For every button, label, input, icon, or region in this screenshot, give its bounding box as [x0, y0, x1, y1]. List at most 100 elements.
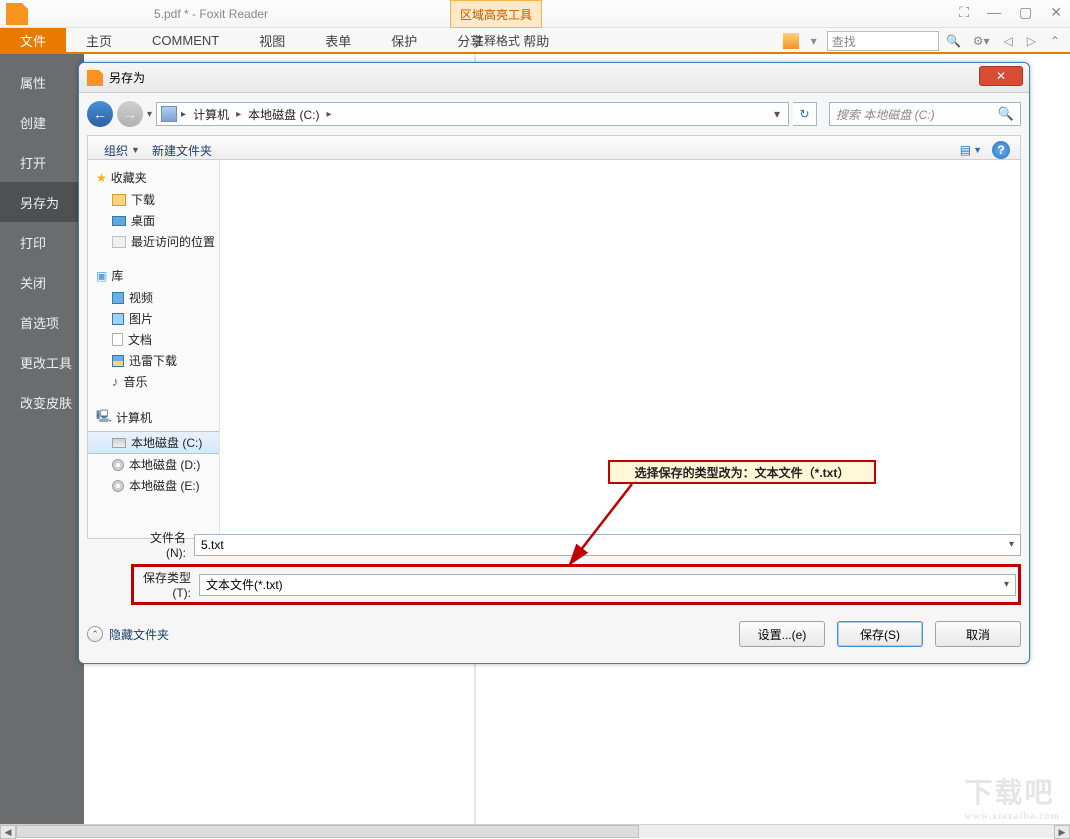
menu-create[interactable]: 创建 — [0, 102, 84, 142]
dialog-titlebar: 另存为 ✕ — [79, 63, 1029, 93]
tree-disk-d[interactable]: 本地磁盘 (D:) — [88, 454, 219, 475]
nav-tree: ★收藏夹 下载 桌面 最近访问的位置 ▣库 视频 图片 文档 迅雷下载 ♪音乐 … — [88, 160, 220, 538]
highlight-tool-label: 区域高亮工具 — [450, 0, 542, 28]
scroll-track[interactable] — [16, 825, 1054, 838]
file-fields: 文件名(N): 5.txt ▾ 保存类型(T): 文本文件(*.txt) ▾ — [87, 525, 1021, 605]
window-controls: ⛶ — ▢ ✕ — [959, 4, 1062, 21]
annotation-format-label[interactable]: 注释格式 — [450, 28, 542, 54]
dialog-title: 另存为 — [109, 69, 145, 86]
find-prev-icon[interactable] — [783, 33, 799, 49]
tab-comment[interactable]: COMMENT — [132, 28, 239, 52]
tree-downloads[interactable]: 下载 — [88, 189, 219, 210]
tree-thunder[interactable]: 迅雷下载 — [88, 350, 219, 371]
minimize-icon[interactable]: — — [987, 4, 1001, 21]
file-list-area[interactable]: 选择保存的类型改为：文本文件（*.txt） — [220, 160, 1020, 538]
nav-row: ← → ▾ ▸ 计算机 ▸ 本地磁盘 (C:) ▸ ▾ ↻ 搜索 本地磁盘 (C… — [87, 99, 1021, 129]
tree-favorites[interactable]: ★收藏夹 — [88, 166, 219, 189]
save-button[interactable]: 保存(S) — [837, 621, 923, 647]
tree-pictures[interactable]: 图片 — [88, 308, 219, 329]
tree-recent[interactable]: 最近访问的位置 — [88, 231, 219, 252]
dialog-icon — [87, 70, 103, 86]
collapse-icon: ⌃ — [87, 626, 103, 642]
horizontal-scrollbar[interactable]: ◀ ▶ — [0, 824, 1070, 838]
file-menu-panel: 属性 创建 打开 另存为 打印 关闭 首选项 更改工具 改变皮肤 — [0, 54, 84, 824]
filename-value: 5.txt — [201, 538, 224, 552]
dialog-close-button[interactable]: ✕ — [979, 66, 1023, 86]
nav-history-icon[interactable]: ▾ — [147, 109, 152, 120]
chevron-right-icon: ▸ — [181, 109, 186, 120]
filetype-label: 保存类型(T): — [136, 569, 199, 600]
filename-label: 文件名(N): — [131, 529, 194, 560]
filetype-value: 文本文件(*.txt) — [206, 576, 283, 593]
tree-libraries[interactable]: ▣库 — [88, 264, 219, 287]
gear-icon[interactable]: ⚙▾ — [969, 34, 994, 48]
annotation-callout: 选择保存的类型改为：文本文件（*.txt） — [608, 460, 876, 484]
search-placeholder: 查找 — [832, 33, 856, 50]
search-icon: 🔍 — [998, 106, 1014, 122]
tree-computer[interactable]: 🖳计算机 — [88, 404, 219, 431]
search-icon[interactable]: 🔍 — [945, 31, 963, 51]
titlebar: 5.pdf * - Foxit Reader 区域高亮工具 ⛶ — ▢ ✕ — [0, 0, 1070, 28]
close-icon[interactable]: ✕ — [1050, 4, 1062, 21]
view-mode-button[interactable]: ▤▼ — [960, 143, 982, 157]
nav-back-icon[interactable]: ◁ — [999, 34, 1016, 48]
new-folder-button[interactable]: 新建文件夹 — [146, 142, 218, 159]
hide-folders-toggle[interactable]: ⌃ 隐藏文件夹 — [87, 626, 169, 643]
scroll-right-icon[interactable]: ▶ — [1054, 825, 1070, 839]
save-as-dialog: 另存为 ✕ ← → ▾ ▸ 计算机 ▸ 本地磁盘 (C:) ▸ ▾ ↻ 搜索 本… — [78, 62, 1030, 664]
filetype-highlight-box: 保存类型(T): 文本文件(*.txt) ▾ — [131, 564, 1021, 605]
tree-video[interactable]: 视频 — [88, 287, 219, 308]
computer-icon — [161, 106, 177, 122]
chevron-down-icon[interactable]: ▾ — [1004, 579, 1009, 590]
help-icon[interactable]: ? — [992, 141, 1010, 159]
nav-fwd-icon[interactable]: ▷ — [1023, 34, 1040, 48]
tree-disk-c[interactable]: 本地磁盘 (C:) — [88, 431, 219, 454]
tab-form[interactable]: 表单 — [305, 28, 371, 52]
refresh-button[interactable]: ↻ — [793, 102, 817, 126]
filename-input[interactable]: 5.txt ▾ — [194, 534, 1021, 556]
menu-save-as[interactable]: 另存为 — [0, 182, 84, 222]
window-title: 5.pdf * - Foxit Reader — [154, 7, 268, 21]
filetype-select[interactable]: 文本文件(*.txt) ▾ — [199, 574, 1016, 596]
tree-disk-e[interactable]: 本地磁盘 (E:) — [88, 475, 219, 496]
tree-music[interactable]: ♪音乐 — [88, 371, 219, 392]
cancel-button[interactable]: 取消 — [935, 621, 1021, 647]
maximize-icon[interactable]: ▢ — [1019, 4, 1032, 21]
dialog-body: ★收藏夹 下载 桌面 最近访问的位置 ▣库 视频 图片 文档 迅雷下载 ♪音乐 … — [87, 159, 1021, 539]
crumb-computer[interactable]: 计算机 — [190, 106, 232, 123]
nav-back-button[interactable]: ← — [87, 101, 113, 127]
nav-forward-button[interactable]: → — [117, 101, 143, 127]
scroll-left-icon[interactable]: ◀ — [0, 825, 16, 839]
search-placeholder: 搜索 本地磁盘 (C:) — [836, 106, 935, 123]
menu-change-skin[interactable]: 改变皮肤 — [0, 382, 84, 422]
tree-documents[interactable]: 文档 — [88, 329, 219, 350]
organize-button[interactable]: 组织▼ — [98, 142, 146, 159]
search-input[interactable]: 查找 — [827, 31, 939, 51]
restore-icon[interactable]: ⛶ — [959, 4, 969, 21]
chevron-right-icon: ▸ — [326, 109, 331, 120]
chevron-right-icon: ▸ — [236, 109, 241, 120]
tree-desktop[interactable]: 桌面 — [88, 210, 219, 231]
crumb-disk[interactable]: 本地磁盘 (C:) — [245, 106, 322, 123]
app-icon — [6, 3, 28, 25]
scroll-thumb[interactable] — [16, 825, 639, 838]
tab-file[interactable]: 文件 — [0, 28, 66, 52]
chevron-down-icon[interactable]: ▾ — [1009, 539, 1014, 550]
settings-button[interactable]: 设置...(e) — [739, 621, 825, 647]
menu-properties[interactable]: 属性 — [0, 62, 84, 102]
menu-print[interactable]: 打印 — [0, 222, 84, 262]
dropdown-icon[interactable]: ▾ — [807, 34, 821, 48]
menu-open[interactable]: 打开 — [0, 142, 84, 182]
chevron-down-icon[interactable]: ▾ — [774, 107, 784, 121]
breadcrumb[interactable]: ▸ 计算机 ▸ 本地磁盘 (C:) ▸ ▾ — [156, 102, 789, 126]
menu-preferences[interactable]: 首选项 — [0, 302, 84, 342]
collapse-icon[interactable]: ⌃ — [1046, 34, 1064, 48]
tab-home[interactable]: 主页 — [66, 28, 132, 52]
menu-change-tools[interactable]: 更改工具 — [0, 342, 84, 382]
ribbon: 文件 主页 COMMENT 视图 表单 保护 分享 帮助 注释格式 ▾ 查找 🔍… — [0, 28, 1070, 54]
menu-close[interactable]: 关闭 — [0, 262, 84, 302]
tab-protect[interactable]: 保护 — [371, 28, 437, 52]
tab-view[interactable]: 视图 — [239, 28, 305, 52]
dialog-button-row: ⌃ 隐藏文件夹 设置...(e) 保存(S) 取消 — [87, 621, 1021, 647]
location-search-input[interactable]: 搜索 本地磁盘 (C:) 🔍 — [829, 102, 1021, 126]
